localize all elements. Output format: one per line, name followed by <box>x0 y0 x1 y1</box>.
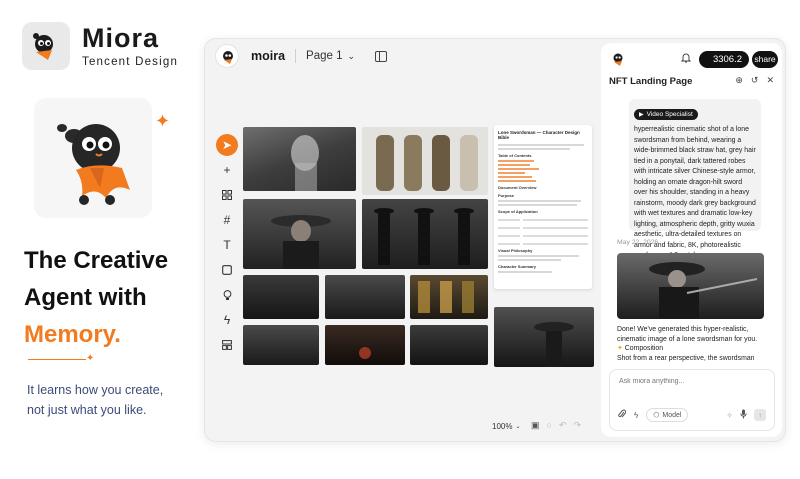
bell-icon[interactable] <box>680 52 692 66</box>
canvas-image-scene-1[interactable] <box>243 325 319 365</box>
brand-name: Miora <box>82 22 160 53</box>
canvas-image-scene-4[interactable] <box>494 307 594 367</box>
agent-avatar <box>609 50 627 68</box>
lightning-icon[interactable]: ϟ <box>216 309 238 331</box>
zoom-level: 100% <box>492 422 513 431</box>
send-button[interactable]: ↑ <box>754 409 766 421</box>
canvas-history-controls: ▣ ○ ↶ ↷ <box>531 420 581 431</box>
canvas-image-costume-sheet[interactable] <box>362 127 488 195</box>
reply-composition: Composition <box>624 345 664 353</box>
lightning-icon[interactable]: ϟ <box>634 411 638 420</box>
sparkle-small-icon: ✦ <box>86 353 95 364</box>
star-icon: ✦ <box>617 345 623 353</box>
lightbulb-icon[interactable] <box>216 284 238 306</box>
chat-title: NFT Landing Page <box>609 76 693 87</box>
doc-section-heading: Visual Philosophy <box>498 248 533 253</box>
agent-badge: ▶ Video Specialist <box>634 109 698 120</box>
canvas-image-scene-3[interactable] <box>410 325 488 365</box>
reply-line-1: Done! We've generated this hyper-realist… <box>617 326 758 343</box>
brand-subtitle: Tencent Design <box>82 55 179 68</box>
grid-icon[interactable] <box>216 184 238 206</box>
topbar-separator <box>295 49 297 63</box>
canvas-toolbar: ➤ + # T ϟ <box>214 134 240 359</box>
hero-headline: The Creative Agent with Memory. <box>24 242 168 353</box>
doc-title: Lone Swordsman — Character Design Bible <box>498 130 580 140</box>
sparkle-icon: ✦ <box>155 111 171 131</box>
reply-line-2: Shot from a rear perspective, the swords… <box>617 354 755 362</box>
plus-icon[interactable]: + <box>216 159 238 181</box>
share-button[interactable]: share <box>752 50 778 68</box>
zoom-control[interactable]: 100% ⌄ <box>492 422 521 431</box>
logo-group: Miora Tencent Design <box>22 22 178 70</box>
canvas-image-armor-detail-3[interactable] <box>410 275 488 319</box>
text-icon[interactable]: T <box>216 234 238 256</box>
page-selector[interactable]: Page 1 ⌄ <box>306 50 355 62</box>
fit-icon[interactable]: ○ <box>547 420 552 431</box>
input-right-actions: ✧ ↑ <box>726 409 766 421</box>
agent-reply: Done! We've generated this hyper-realist… <box>617 325 772 363</box>
user-prompt-bubble: ▶ Video Specialist hyperrealistic cinema… <box>629 99 761 259</box>
canvas-image-armor-detail-2[interactable] <box>325 275 405 319</box>
canvas-image-armor-detail-1[interactable] <box>243 275 319 319</box>
doc-section-heading: Table of Contents <box>498 153 532 158</box>
input-toolbar: ϟ ⬡ Model ✧ ↑ <box>618 408 766 422</box>
layout-icon[interactable] <box>216 334 238 356</box>
canvas-image-straw-hat-swordsman[interactable] <box>243 199 356 269</box>
attachment-icon[interactable] <box>618 409 627 421</box>
close-icon[interactable]: ✕ <box>766 75 774 86</box>
headline-line-1: The Creative <box>24 247 169 274</box>
undo-icon[interactable]: ↶ <box>559 420 567 431</box>
doc-section-heading: Character Summary <box>498 264 537 269</box>
canvas-image-hooded-warrior[interactable] <box>243 127 356 191</box>
message-date: May 22, 2026 <box>617 239 659 246</box>
hero-tagline: It learns how you create, not just what … <box>27 380 163 420</box>
model-selector[interactable]: ⬡ Model <box>646 408 689 422</box>
mascot-illustration <box>34 98 152 218</box>
chat-panel: 3306.2 share NFT Landing Page ⊕ ↺ ✕ ▶ Vi… <box>601 43 782 437</box>
chat-input[interactable] <box>619 378 759 385</box>
generated-image[interactable] <box>617 253 764 319</box>
doc-section-heading: Document Overview <box>498 185 537 190</box>
model-label: Model <box>662 411 682 419</box>
headline-accent: Memory. <box>24 321 121 348</box>
agent-badge-label: Video Specialist <box>646 111 693 118</box>
chevron-down-icon: ⌄ <box>347 50 356 61</box>
workspace-avatar[interactable] <box>215 44 239 68</box>
microphone-icon[interactable] <box>740 409 747 421</box>
canvas-image-character-turnaround[interactable] <box>362 199 488 269</box>
tagline-line-1: It learns how you create, <box>27 383 164 397</box>
magic-icon[interactable]: ✧ <box>726 411 733 420</box>
sidebar-toggle-icon[interactable] <box>375 50 388 62</box>
save-icon[interactable]: ▣ <box>531 420 540 431</box>
tagline-line-2: not just what you like. <box>27 403 147 417</box>
credits-badge[interactable]: 3306.2 <box>699 50 749 68</box>
chevron-down-icon: ⌄ <box>515 424 521 430</box>
cursor-icon[interactable]: ➤ <box>216 134 238 156</box>
history-icon[interactable]: ↺ <box>751 75 759 86</box>
canvas-topbar: moira Page 1 ⌄ <box>205 39 600 73</box>
chat-input-box: ϟ ⬡ Model ✧ ↑ <box>609 369 775 431</box>
doc-section-heading: Purpose <box>498 193 515 198</box>
workspace-name[interactable]: moira <box>251 49 285 63</box>
page-selector-label: Page 1 <box>306 50 343 62</box>
frame-icon[interactable]: # <box>216 209 238 231</box>
chat-actions: ⊕ ↺ ✕ <box>735 75 774 86</box>
design-doc-card[interactable]: Lone Swordsman — Character Design Bible … <box>494 125 592 289</box>
rectangle-icon[interactable] <box>216 259 238 281</box>
doc-section-heading: Scope of Application <box>498 209 538 214</box>
chat-header-bar: 3306.2 share <box>601 47 782 71</box>
headline-line-2: Agent with <box>24 284 147 311</box>
divider-line <box>28 359 86 360</box>
video-icon: ▶ <box>639 112 644 118</box>
new-chat-icon[interactable]: ⊕ <box>735 75 743 86</box>
canvas-image-scene-2[interactable] <box>325 325 405 365</box>
app-window: moira Page 1 ⌄ ➤ + # T ϟ Lone Swordsman … <box>204 38 786 442</box>
redo-icon[interactable]: ↷ <box>574 420 582 431</box>
app-logo <box>22 22 70 70</box>
cube-icon: ⬡ <box>653 412 660 419</box>
